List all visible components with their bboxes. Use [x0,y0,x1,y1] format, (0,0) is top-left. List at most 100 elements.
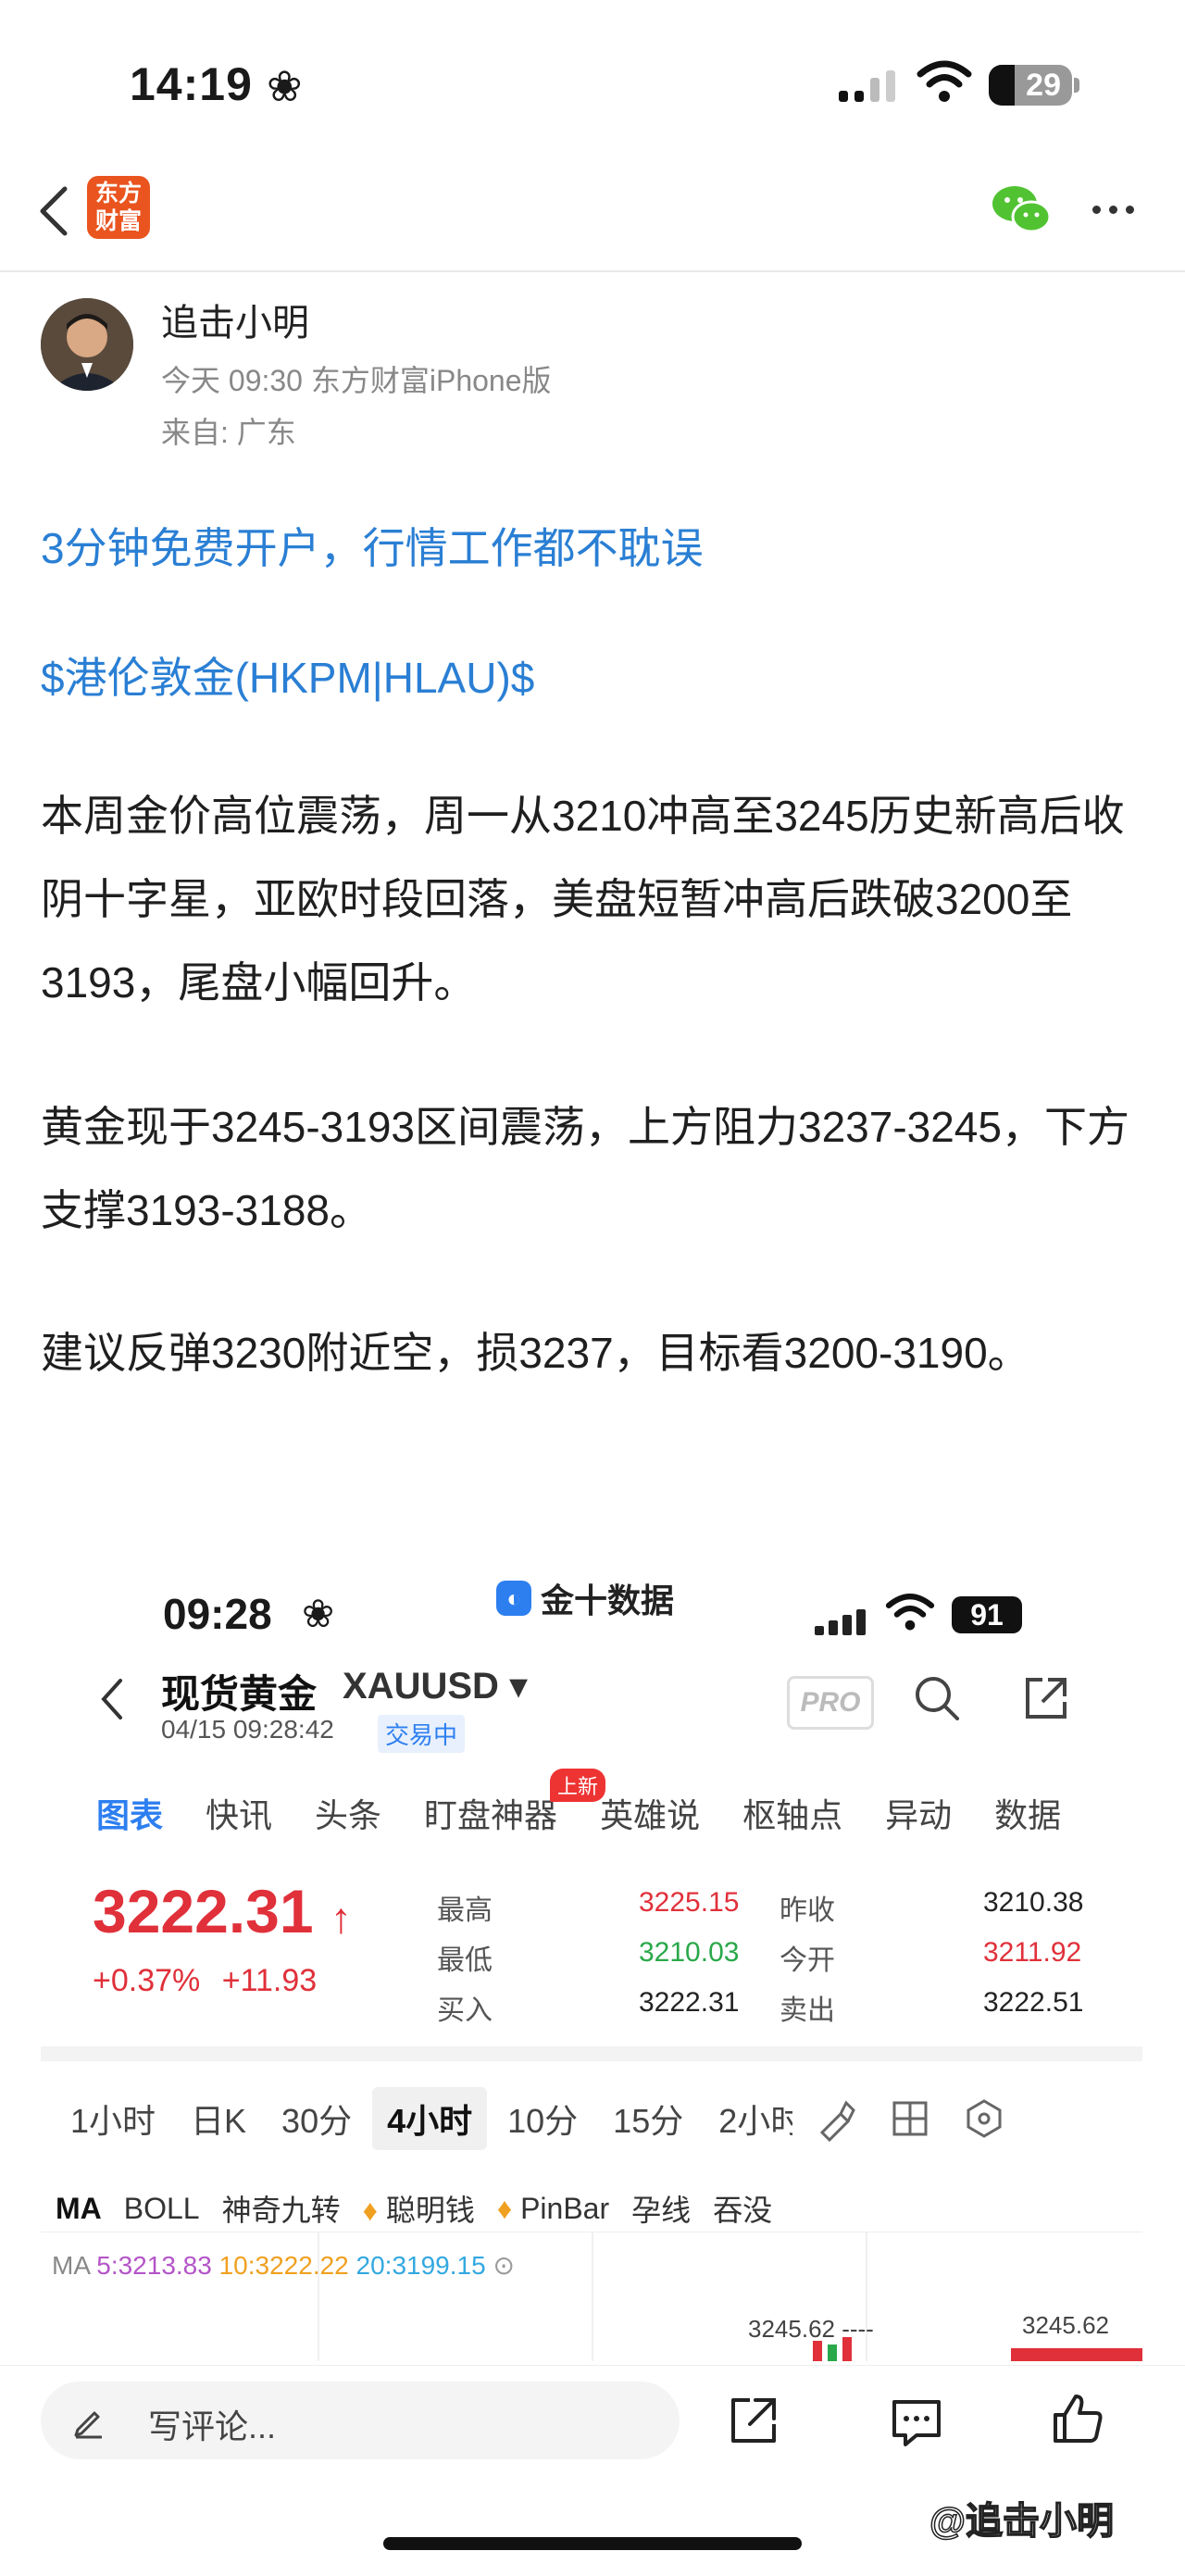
embedded-chart-screenshot[interactable]: 09:28 ❀ ◐ 金十数据 91 现货黄金 XAUUSD ▾ 04/15 09… [41,1556,1142,2361]
comment-placeholder[interactable]: 写评论... [148,2400,276,2448]
stock-tag-link[interactable]: $港伦敦金(HKPM|HLAU)$ [41,644,534,706]
jin10-app-badge: ◐ 金十数据 [496,1574,674,1622]
high-value: 3225.15 [639,1887,740,1918]
embedded-wifi-icon [885,1594,935,1631]
period-2h: 2小时 [718,2102,793,2140]
pro-badge: PRO [787,1676,874,1730]
instrument-title: 现货黄金 [161,1672,318,1716]
share-icon[interactable] [728,2395,780,2446]
post-paragraph: 黄金现于3245-3193区间震荡，上方阻力3237-3245，下方支撑3193… [41,1103,1129,1234]
high-label: 最高 [437,1895,493,1926]
period-30m: 30分 [281,2102,353,2140]
ma10-value: 10:3222.22 [218,2251,349,2280]
current-price: 3222.31 ↑ [93,1876,352,1946]
back-arrow-icon[interactable] [35,183,72,239]
indicator-smart-money: ♦ 聪明钱 [363,2187,475,2230]
section-divider [41,2046,1142,2061]
chart-high-marker: 3245.62 ---- [748,2315,874,2343]
indicator-inside-bar: 孕线 [631,2194,692,2227]
tab-pivot: 枢轴点 [742,1796,843,1834]
home-indicator[interactable] [383,2537,802,2550]
period-1h: 1小时 [70,2102,156,2140]
open-account-link[interactable]: 3分钟免费开户，行情工作都不耽误 [41,515,704,576]
embedded-signal-icon [815,1609,866,1635]
battery-level: 29 [1026,67,1061,103]
ask-value: 3222.51 [983,1987,1084,2018]
author-watermark: @追击小明 [929,2500,1115,2543]
quote-datetime: 04/15 09:28:42 [161,1715,334,1744]
prev-close-value: 3210.38 [983,1887,1084,1918]
indicator-ma: MA [56,2191,102,2225]
embedded-flower-icon: ❀ [302,1592,335,1635]
nav-divider [0,270,1185,272]
tab-flash: 快讯 [206,1796,273,1834]
indicator-boll: BOLL [123,2191,200,2225]
ma-values: MA 5:3213.83 10:3222.22 20:3199.15 ⊙ [52,2250,515,2281]
tab-monitor: 盯盘神器 [424,1796,558,1834]
open-label: 今开 [780,1945,835,1976]
indicator-bar: MA BOLL 神奇九转 ♦ 聪明钱 ♦ PinBar 孕线 吞没 [56,2187,772,2230]
ma-label: MA [52,2251,90,2280]
post-meta: 今天 09:30 东方财富iPhone版 [161,364,552,397]
post-paragraph: 本周金价高位震荡，周一从3210冲高至3245历史新高后收阴十字星，亚欧时段回落… [41,792,1125,1007]
embedded-battery: 91 [952,1596,1022,1633]
period-4h: 4小时 [372,2087,488,2150]
pinbar-label: PinBar [520,2191,610,2225]
change-percent: +0.37% [93,1963,201,1998]
author-avatar[interactable] [41,298,133,391]
diamond-icon: ♦ [362,2194,378,2227]
embedded-back-icon [101,1679,122,1719]
ma20-value: 20:3199.15 [356,2251,486,2280]
cellular-signal-icon [839,70,895,102]
price-change: +0.37% +11.93 [93,1963,317,1999]
low-value: 3210.03 [639,1937,740,1968]
embedded-search-icon [916,1677,959,1720]
period-15m: 15分 [613,2102,684,2140]
tab-data: 数据 [994,1796,1062,1834]
change-absolute: +11.93 [221,1963,318,1998]
comments-icon[interactable] [889,2395,944,2450]
author-name[interactable]: 追击小明 [161,293,309,346]
smart-money-label: 聪明钱 [385,2194,475,2227]
period-daily: 日K [191,2102,247,2140]
indicator-td9: 神奇九转 [221,2194,341,2227]
period-selector: 1小时 日K 30分 4小时 10分 15分 2小时 [56,2087,1007,2150]
jin10-label: 金十数据 [541,1582,675,1619]
ma-settings-icon: ⊙ [493,2251,515,2280]
draw-tool-icon [820,2100,856,2142]
layout-grid-icon [892,2101,928,2136]
open-value: 3211.92 [983,1937,1082,1968]
chart-high-label: 3245.62 [1022,2311,1109,2339]
indicator-pinbar: ♦ PinBar [497,2192,609,2226]
bid-value: 3222.31 [639,1987,740,2018]
ask-label: 卖出 [780,1995,835,2026]
ma5-value: 5:3213.83 [96,2251,212,2280]
post-location: 来自: 广东 [161,416,296,449]
trading-status-badge: 交易中 [378,1715,466,1753]
tab-headlines: 头条 [315,1796,382,1834]
focus-flower-icon: ❀ [267,62,303,110]
eastmoney-logo[interactable]: 东方 财富 [87,176,150,239]
wifi-icon [917,60,972,102]
embedded-status-time: 09:28 [163,1590,272,1638]
price-up-arrow-icon: ↑ [330,1894,352,1942]
post-paragraph: 建议反弹3230附近空，损3237，目标看3200-3190。 [41,1329,1030,1377]
jin10-icon: ◐ [496,1581,531,1616]
pencil-icon [74,2411,102,2439]
battery-indicator: 29 [989,65,1072,106]
logo-line1: 东方 [94,181,142,206]
battery-tip [1074,78,1079,93]
status-time: 14:19 [130,58,253,110]
diamond-icon: ♦ [496,2191,513,2225]
price-value: 3222.31 [93,1877,314,1945]
bid-label: 买入 [437,1995,493,2026]
low-label: 最低 [437,1945,493,1976]
wechat-share-icon[interactable] [991,183,1052,235]
like-thumb-icon[interactable] [1050,2391,1105,2446]
new-badge: 上新 [550,1769,606,1802]
more-options-icon[interactable] [1092,206,1134,214]
embedded-share-icon [1026,1678,1066,1719]
settings-hexagon-icon [967,2099,1002,2138]
comment-input[interactable] [41,2382,680,2459]
period-10m: 10分 [507,2102,579,2140]
